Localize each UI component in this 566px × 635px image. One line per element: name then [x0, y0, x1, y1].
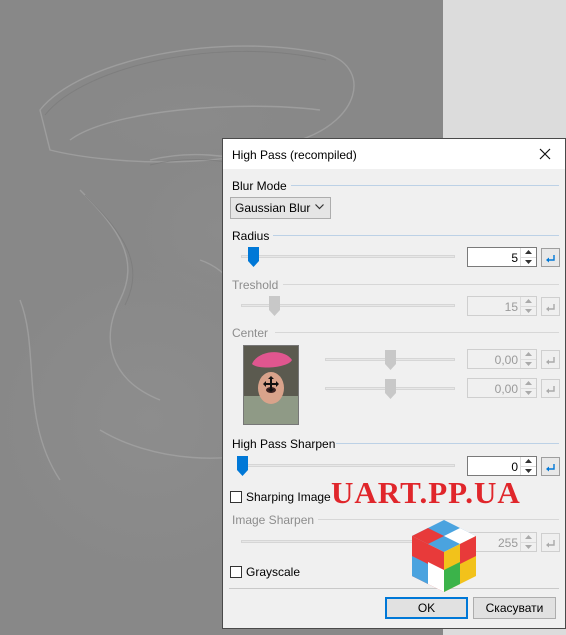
- high-pass-sharpen-slider-track[interactable]: [241, 464, 455, 467]
- reset-icon: [546, 304, 555, 312]
- spin-up-icon: [525, 535, 532, 540]
- image-sharpen-reset-button[interactable]: [541, 533, 560, 552]
- radius-value: 5: [511, 251, 518, 265]
- grayscale-box[interactable]: [230, 566, 242, 578]
- reset-icon: [546, 386, 555, 394]
- blur-mode-select[interactable]: Gaussian Blur: [230, 197, 331, 219]
- treshold-value: 15: [504, 300, 518, 314]
- center-divider: [275, 332, 559, 333]
- high-pass-sharpen-label: High Pass Sharpen: [232, 437, 336, 451]
- reset-icon: [546, 464, 555, 472]
- spin-up-icon: [525, 381, 532, 386]
- spin-down-icon: [525, 468, 532, 473]
- move-icon: [263, 376, 279, 392]
- spin-down-icon: [525, 390, 532, 395]
- blur-mode-divider: [291, 185, 559, 186]
- cube-logo: [412, 520, 476, 592]
- radius-label: Radius: [232, 229, 270, 243]
- center-y-reset-button[interactable]: [541, 379, 560, 398]
- radius-slider-track[interactable]: [241, 255, 455, 258]
- spin-down-icon: [525, 544, 532, 549]
- watermark-text: UART.PP.UA: [331, 475, 521, 510]
- sharping-image-checkbox[interactable]: Sharping Image: [230, 490, 331, 504]
- center-y-value: 0,00: [494, 382, 518, 396]
- high-pass-sharpen-slider-thumb[interactable]: [237, 456, 248, 476]
- image-sharpen-label: Image Sharpen: [232, 513, 315, 527]
- reset-icon: [546, 357, 555, 365]
- center-y-spin-arrows[interactable]: [520, 379, 536, 397]
- high-pass-sharpen-reset-button[interactable]: [541, 457, 560, 476]
- spin-down-icon: [525, 308, 532, 313]
- center-x-slider-thumb[interactable]: [385, 350, 396, 370]
- center-x-spinbox[interactable]: 0,00: [467, 349, 537, 369]
- treshold-slider-thumb[interactable]: [269, 296, 280, 316]
- high-pass-sharpen-spinbox[interactable]: 0: [467, 456, 537, 476]
- close-button[interactable]: [525, 139, 565, 169]
- spin-up-icon: [525, 299, 532, 304]
- spin-up-icon: [525, 352, 532, 357]
- reset-icon: [546, 540, 555, 548]
- radius-spinbox[interactable]: 5: [467, 247, 537, 267]
- blur-mode-label: Blur Mode: [232, 179, 287, 193]
- center-label: Center: [232, 326, 269, 340]
- treshold-divider: [283, 284, 559, 285]
- reset-icon: [546, 255, 555, 263]
- high-pass-sharpen-divider: [336, 443, 559, 444]
- image-sharpen-value: 255: [497, 536, 518, 550]
- high-pass-sharpen-spin-arrows[interactable]: [520, 457, 536, 475]
- ok-button-label: OK: [417, 601, 436, 615]
- grayscale-checkbox[interactable]: Grayscale: [230, 565, 300, 579]
- close-icon: [539, 148, 551, 160]
- radius-spin-arrows[interactable]: [520, 248, 536, 266]
- cancel-button-label: Скасувати: [485, 601, 544, 615]
- spin-down-icon: [525, 259, 532, 264]
- radius-slider-thumb[interactable]: [248, 247, 259, 267]
- center-x-value: 0,00: [494, 353, 518, 367]
- image-sharpen-spin-arrows[interactable]: [520, 533, 536, 551]
- treshold-spinbox[interactable]: 15: [467, 296, 537, 316]
- blur-mode-selected: Gaussian Blur: [235, 201, 311, 215]
- treshold-label: Treshold: [232, 278, 279, 292]
- radius-reset-button[interactable]: [541, 248, 560, 267]
- center-y-spinbox[interactable]: 0,00: [467, 378, 537, 398]
- spin-down-icon: [525, 361, 532, 366]
- footer-divider: [229, 588, 559, 589]
- dialog-title: High Pass (recompiled): [232, 148, 357, 162]
- center-x-reset-button[interactable]: [541, 350, 560, 369]
- sharping-image-box[interactable]: [230, 491, 242, 503]
- grayscale-label: Grayscale: [246, 565, 301, 579]
- chevron-down-icon: [315, 204, 324, 210]
- high-pass-sharpen-value: 0: [511, 460, 518, 474]
- title-bar: High Pass (recompiled): [223, 139, 565, 169]
- spin-up-icon: [525, 250, 532, 255]
- treshold-reset-button[interactable]: [541, 297, 560, 316]
- radius-divider: [273, 235, 559, 236]
- ok-button[interactable]: OK: [385, 597, 468, 619]
- sharping-image-label: Sharping Image: [246, 490, 331, 504]
- center-x-spin-arrows[interactable]: [520, 350, 536, 368]
- high-pass-dialog: High Pass (recompiled) Blur Mode Gaussia…: [222, 138, 566, 629]
- center-y-slider-thumb[interactable]: [385, 379, 396, 399]
- center-preview[interactable]: [243, 345, 299, 425]
- spin-up-icon: [525, 459, 532, 464]
- treshold-spin-arrows[interactable]: [520, 297, 536, 315]
- cancel-button[interactable]: Скасувати: [473, 597, 556, 619]
